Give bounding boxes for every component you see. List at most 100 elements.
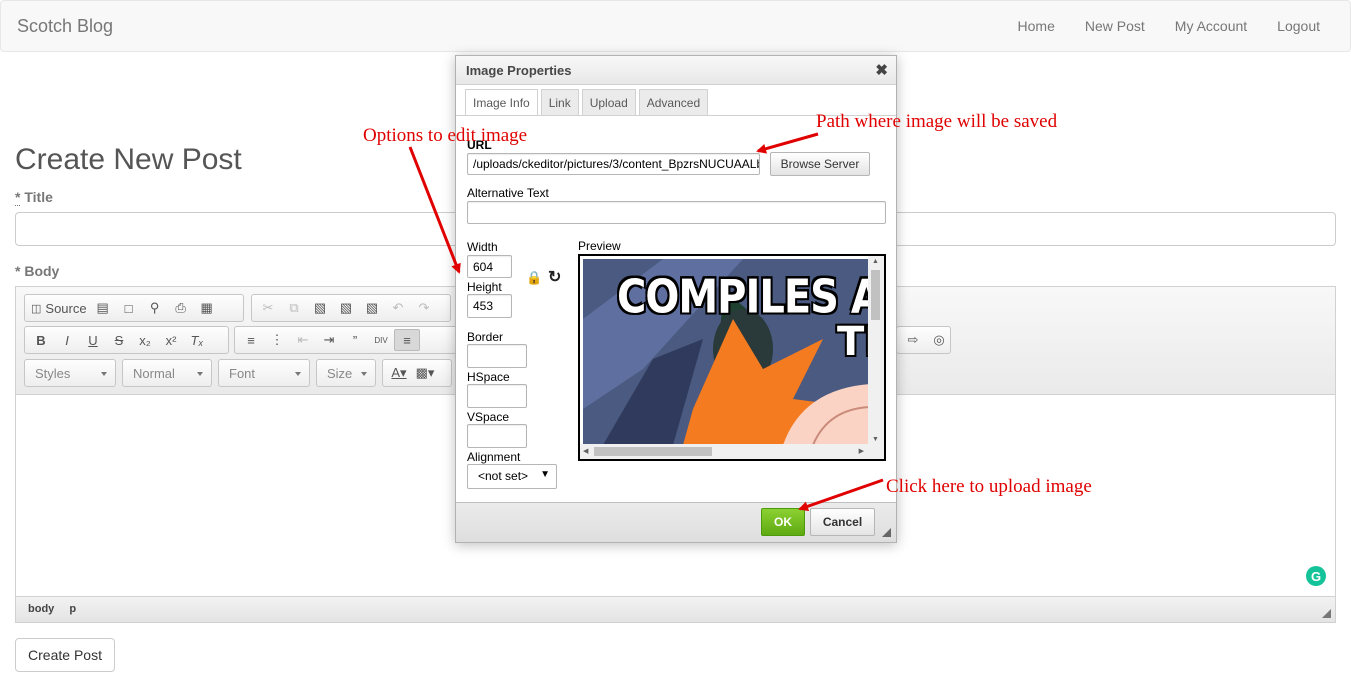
font-combo[interactable]: Font [218,359,310,387]
preview-vertical-scrollbar[interactable]: ▲ ▼ [868,256,884,445]
cut-icon[interactable]: ✂ [255,297,281,319]
horizontal-scroll-thumb[interactable] [594,447,712,456]
annotation-options: Options to edit image [363,125,528,146]
source-button[interactable]: ◫ Source [28,297,90,319]
path-body[interactable]: body [28,603,54,615]
new-page-icon[interactable]: □ [116,297,142,319]
text-color-icon[interactable]: A▾ [386,362,412,384]
toolbar-group-basicstyles: B I U S x₂ x² Tₓ [24,326,229,354]
tab-image-info[interactable]: Image Info [465,89,538,116]
toolbar-group-colors: A▾ ▩▾ [382,359,452,387]
strike-button[interactable]: S [106,329,132,351]
bold-button[interactable]: B [28,329,54,351]
height-label: Height [467,280,502,294]
toolbar-group-document: ◫ Source ▤ □ ⚲ ⎙ ▦ [24,294,244,322]
nav-home[interactable]: Home [1018,18,1055,34]
vertical-scroll-thumb[interactable] [871,270,880,320]
alt-text-input[interactable] [467,201,886,224]
redo-icon[interactable]: ↷ [411,297,437,319]
close-icon[interactable]: ✖ [875,61,888,79]
required-mark: * [15,189,21,206]
scroll-right-icon[interactable]: ▶ [859,447,864,455]
outdent-icon[interactable]: ⇤ [290,329,316,351]
tab-upload[interactable]: Upload [581,89,636,115]
border-label: Border [467,330,504,344]
paste-word-icon[interactable]: ▧ [359,297,385,319]
vspace-input[interactable] [467,424,527,448]
nav-logout[interactable]: Logout [1277,18,1320,34]
annotation-path: Path where image will be saved [816,111,1058,132]
save-icon[interactable]: ▤ [90,297,116,319]
scroll-up-icon[interactable]: ▲ [872,258,879,265]
width-input[interactable]: 604 [467,255,512,278]
path-p[interactable]: p [69,603,76,615]
templates-icon[interactable]: ▦ [194,297,220,319]
nav-new-post[interactable]: New Post [1085,18,1145,34]
copy-icon[interactable]: ⧉ [281,297,307,319]
alignment-select[interactable]: <not set> ▼ [467,464,557,489]
numbered-list-icon[interactable]: ≡ [238,329,264,351]
bg-color-icon[interactable]: ▩▾ [412,362,438,384]
toolbar-group-bidi: ⇨ ◎ [896,326,951,354]
ok-button[interactable]: OK [761,508,805,536]
dialog-title: Image Properties [466,63,572,78]
editor-resize-handle[interactable] [1322,609,1331,618]
brand-link[interactable]: Scotch Blog [17,16,113,37]
scroll-left-icon[interactable]: ◀ [583,447,588,455]
tab-link[interactable]: Link [540,89,579,115]
undo-icon[interactable]: ↶ [385,297,411,319]
paste-icon[interactable]: ▧ [307,297,333,319]
width-label: Width [467,240,498,254]
caret-down-icon: ▼ [540,469,550,480]
scroll-down-icon[interactable]: ▼ [872,436,879,443]
url-input[interactable]: /uploads/ckeditor/pictures/3/content_Bpz… [467,153,760,175]
print-icon[interactable]: ⎙ [168,297,194,319]
preview-horizontal-scrollbar[interactable]: ◀ ▶ [580,444,884,459]
meme-caption-1: COMPILES AN [617,271,870,324]
bulleted-list-icon[interactable]: ⋮ [264,329,290,351]
subscript-button[interactable]: x₂ [132,329,158,351]
annotation-upload: Click here to upload image [886,476,1092,497]
format-combo[interactable]: Normal [122,359,212,387]
grammarly-icon[interactable]: G [1306,566,1326,586]
lock-ratio-icon[interactable]: 🔒 [526,270,542,286]
ltr-icon[interactable]: ⇨ [900,329,926,351]
remove-format-icon[interactable]: Tₓ [184,329,210,351]
page-title: Create New Post [15,143,242,176]
title-label: * Title [15,189,53,206]
div-icon[interactable]: DIV [368,329,394,351]
vspace-label: VSpace [467,410,510,424]
nav-my-account[interactable]: My Account [1175,18,1247,34]
preview-image: COMPILES AN TI [583,259,870,445]
styles-combo[interactable]: Styles [24,359,116,387]
size-combo[interactable]: Size [316,359,376,387]
reset-size-icon[interactable]: ↻ [548,267,561,287]
dialog-resize-handle[interactable] [882,528,891,537]
border-input[interactable] [467,344,527,368]
nav-links: Home New Post My Account Logout [1018,18,1320,34]
height-input[interactable]: 453 [467,294,512,318]
language-icon[interactable]: ◎ [926,329,952,351]
hspace-label: HSpace [467,370,510,384]
tab-advanced[interactable]: Advanced [638,89,709,115]
paste-text-icon[interactable]: ▧ [333,297,359,319]
underline-button[interactable]: U [80,329,106,351]
preview-icon[interactable]: ⚲ [142,297,168,319]
body-label: * Body [15,263,59,279]
browse-server-button[interactable]: Browse Server [770,152,870,176]
cancel-button[interactable]: Cancel [810,508,875,536]
italic-button[interactable]: I [54,329,80,351]
source-label: Source [45,300,87,316]
hspace-input[interactable] [467,384,527,408]
align-left-icon[interactable]: ≡ [394,329,420,351]
arrow-options [408,146,461,274]
alignment-label: Alignment [467,450,521,464]
editor-statusbar: body p [16,596,1335,622]
indent-icon[interactable]: ⇥ [316,329,342,351]
create-post-button[interactable]: Create Post [15,638,115,672]
dialog-header[interactable]: Image Properties ✖ [456,56,896,85]
toolbar-group-paragraph: ≡ ⋮ ⇤ ⇥ ” DIV ≡ [234,326,484,354]
blockquote-icon[interactable]: ” [342,329,368,351]
superscript-button[interactable]: x² [158,329,184,351]
dialog-footer: OK Cancel [456,502,896,542]
